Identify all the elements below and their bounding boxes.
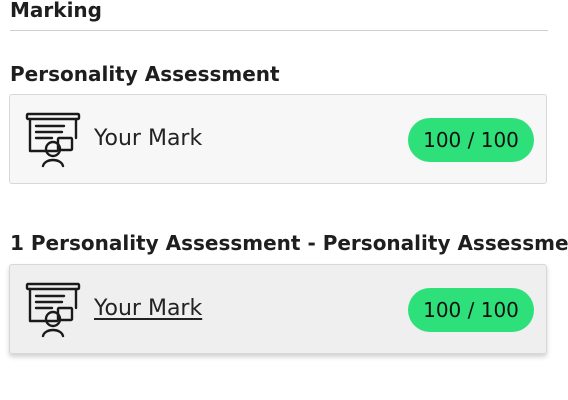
assessment-icon bbox=[25, 282, 81, 338]
assessment-icon bbox=[25, 112, 81, 168]
heading-divider bbox=[10, 30, 548, 31]
your-mark-link[interactable]: Your Mark bbox=[94, 295, 202, 323]
marking-page: Marking Personality Assessment Your Mark… bbox=[0, 0, 568, 400]
score-badge: 100 / 100 bbox=[408, 288, 534, 332]
mark-card: Your Mark 100 / 100 bbox=[9, 94, 547, 184]
mark-card-link[interactable]: Your Mark 100 / 100 bbox=[9, 264, 547, 354]
section-heading: Personality Assessment bbox=[10, 62, 280, 86]
marking-heading: Marking bbox=[10, 0, 102, 22]
section-heading: 1 Personality Assessment - Personality A… bbox=[10, 231, 568, 255]
score-badge: 100 / 100 bbox=[408, 118, 534, 162]
your-mark-label: Your Mark bbox=[94, 126, 203, 151]
